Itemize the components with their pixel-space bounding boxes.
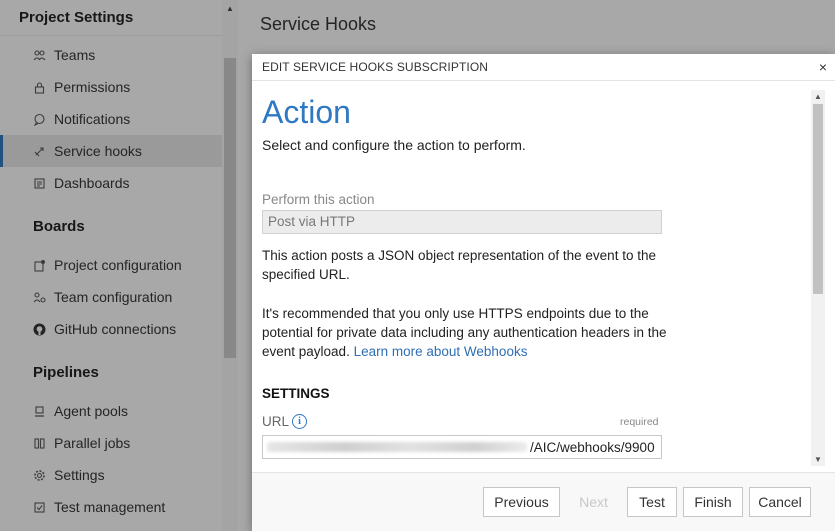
dialog-body: Action Select and configure the action t…	[252, 82, 835, 467]
test-button[interactable]: Test	[627, 487, 677, 517]
action-subtitle: Select and configure the action to perfo…	[262, 137, 526, 153]
required-label: required	[620, 416, 659, 428]
url-label-text: URL	[262, 414, 290, 429]
url-input-value: /AIC/webhooks/9900	[530, 439, 655, 455]
cancel-button[interactable]: Cancel	[749, 487, 811, 517]
edit-subscription-dialog: EDIT SERVICE HOOKS SUBSCRIPTION × Action…	[252, 54, 835, 531]
close-icon[interactable]: ×	[819, 59, 827, 75]
perform-action-field: Post via HTTP	[262, 210, 662, 234]
url-label: URL i	[262, 414, 308, 429]
perform-action-label: Perform this action	[262, 192, 375, 207]
dialog-scrollbar[interactable]: ▲ ▼	[811, 90, 825, 466]
next-button[interactable]: Next	[566, 487, 621, 517]
action-heading: Action	[262, 94, 351, 130]
dialog-title: EDIT SERVICE HOOKS SUBSCRIPTION	[262, 60, 489, 74]
finish-button[interactable]: Finish	[683, 487, 743, 517]
learn-more-webhooks-link[interactable]: Learn more about Webhooks	[354, 344, 528, 359]
dialog-header: EDIT SERVICE HOOKS SUBSCRIPTION	[252, 54, 835, 81]
url-input[interactable]: /AIC/webhooks/9900	[262, 435, 662, 459]
info-icon[interactable]: i	[292, 414, 308, 429]
scrollbar-thumb[interactable]	[813, 104, 823, 294]
scroll-down-icon[interactable]: ▼	[814, 455, 822, 464]
redacted-url-portion	[267, 442, 527, 452]
settings-heading: SETTINGS	[262, 386, 330, 401]
scroll-up-icon[interactable]: ▲	[814, 92, 822, 101]
https-recommendation: It's recommended that you only use HTTPS…	[262, 304, 672, 361]
dialog-footer: Previous Next Test Finish Cancel	[252, 472, 835, 531]
previous-button[interactable]: Previous	[483, 487, 560, 517]
action-description: This action posts a JSON object represen…	[262, 248, 656, 282]
